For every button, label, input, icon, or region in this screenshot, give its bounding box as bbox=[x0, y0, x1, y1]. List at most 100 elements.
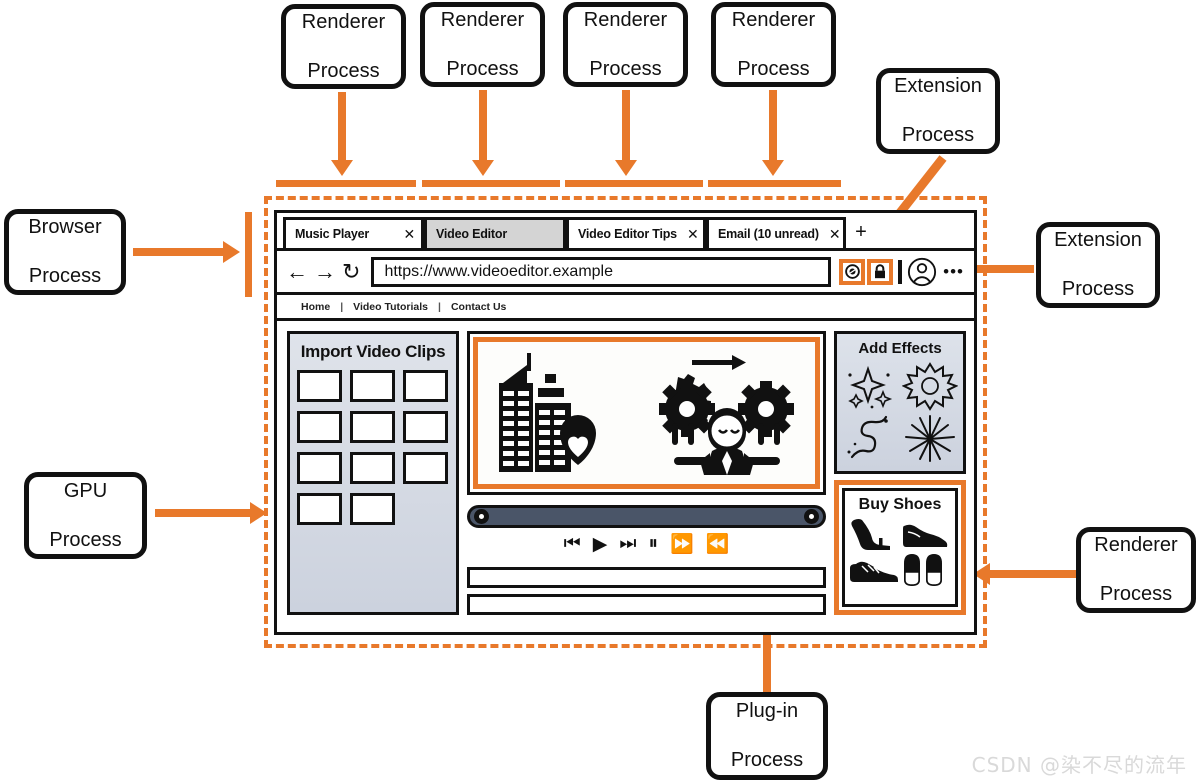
callout-line: Process bbox=[28, 265, 102, 288]
bookmark-bar: Home | Video Tutorials | Contact Us bbox=[277, 295, 974, 321]
video-clip-thumbnail[interactable] bbox=[350, 493, 395, 525]
callout-line: Process bbox=[737, 57, 810, 80]
video-preview-canvas[interactable] bbox=[473, 337, 820, 489]
scrubber-handle-right[interactable] bbox=[804, 508, 819, 524]
callout-renderer-process-right: Renderer Process bbox=[1076, 527, 1196, 613]
fast-forward-button[interactable]: ⏩ bbox=[670, 532, 694, 556]
starburst-effect-icon[interactable] bbox=[902, 361, 958, 411]
video-clip-thumbnail[interactable] bbox=[350, 452, 395, 484]
back-arrow-icon[interactable]: ← bbox=[286, 260, 308, 283]
effects-grid bbox=[841, 361, 959, 463]
play-button[interactable]: ▶ bbox=[593, 533, 608, 556]
tab-label: Video Editor bbox=[436, 227, 507, 241]
video-clip-thumbnail[interactable] bbox=[297, 370, 342, 402]
tab-highlight-bar-1 bbox=[276, 180, 416, 187]
arrow-renderer-3 bbox=[622, 90, 630, 162]
import-panel-title: Import Video Clips bbox=[300, 342, 446, 361]
sneaker-icon[interactable] bbox=[850, 552, 900, 588]
forward-arrow-icon[interactable]: → bbox=[314, 260, 336, 283]
rewind-button[interactable]: ⏪ bbox=[706, 532, 730, 556]
arrow-gpu-process bbox=[155, 509, 250, 517]
callout-gpu-process: GPU Process bbox=[24, 472, 147, 559]
callout-browser-process: Browser Process bbox=[4, 209, 126, 295]
callout-plugin-process: Plug-in Process bbox=[706, 692, 828, 780]
callout-renderer-process-4: Renderer Process bbox=[711, 2, 836, 87]
callout-line: Process bbox=[49, 528, 122, 551]
timeline-track[interactable] bbox=[467, 594, 826, 616]
video-clip-thumbnail[interactable] bbox=[297, 452, 342, 484]
browser-window: Music Player ✕ Video Editor Video Editor… bbox=[274, 210, 977, 635]
tab-music-player[interactable]: Music Player ✕ bbox=[283, 217, 424, 248]
callout-line: Process bbox=[1099, 583, 1173, 606]
dress-shoe-icon[interactable] bbox=[900, 516, 950, 552]
tab-video-editor[interactable]: Video Editor bbox=[424, 217, 566, 248]
tab-email[interactable]: Email (10 unread) ✕ bbox=[706, 217, 846, 248]
extension-badge-glyph bbox=[844, 264, 860, 279]
callout-line: Plug-in bbox=[735, 700, 799, 723]
skip-forward-button[interactable]: ⏭ bbox=[619, 533, 636, 555]
page-content: Import Video Clips ⏮ ▶ ⏭ ⏸ ⏩ ⏪ Add Effec… bbox=[277, 321, 974, 625]
arrow-renderer-4 bbox=[769, 90, 777, 162]
skip-back-button[interactable]: ⏮ bbox=[564, 533, 581, 555]
gears-person-illustration bbox=[658, 355, 794, 475]
tab-label: Video Editor Tips bbox=[578, 227, 677, 241]
video-clip-grid bbox=[295, 370, 451, 525]
tab-label: Music Player bbox=[295, 227, 370, 241]
callout-line: Process bbox=[901, 124, 975, 147]
arrow-head-renderer-3 bbox=[615, 160, 637, 176]
callout-line: Renderer bbox=[583, 8, 668, 31]
sparkle-effect-icon[interactable] bbox=[842, 361, 898, 411]
video-clip-thumbnail[interactable] bbox=[403, 452, 448, 484]
bookmark-video-tutorials[interactable]: Video Tutorials bbox=[343, 301, 438, 313]
tab-close-icon[interactable]: ✕ bbox=[403, 227, 415, 241]
pause-button[interactable]: ⏸ bbox=[648, 533, 658, 555]
add-effects-panel: Add Effects bbox=[834, 331, 966, 474]
firework-effect-icon[interactable] bbox=[902, 413, 958, 463]
arrow-renderer-right bbox=[990, 570, 1076, 578]
callout-line: Process bbox=[589, 57, 662, 80]
video-scrubber[interactable] bbox=[467, 505, 826, 528]
new-tab-button[interactable]: + bbox=[846, 217, 876, 248]
url-input[interactable]: https://www.videoeditor.example bbox=[371, 256, 832, 287]
browser-process-highlight-bar bbox=[245, 212, 252, 297]
video-clip-thumbnail[interactable] bbox=[403, 411, 448, 443]
profile-avatar-icon[interactable] bbox=[907, 257, 937, 287]
extension-badge-icon[interactable] bbox=[839, 258, 866, 285]
scrubber-handle-left[interactable] bbox=[474, 508, 489, 524]
arrow-browser-process bbox=[133, 248, 223, 256]
callout-line: Process bbox=[307, 59, 380, 82]
video-clip-thumbnail[interactable] bbox=[350, 370, 395, 402]
callout-line: GPU bbox=[63, 479, 108, 502]
bookmark-contact-us[interactable]: Contact Us bbox=[441, 301, 516, 313]
video-clip-thumbnail[interactable] bbox=[297, 493, 342, 525]
callout-line: Renderer bbox=[731, 8, 816, 31]
video-clip-thumbnail[interactable] bbox=[403, 370, 448, 402]
tab-label: Email (10 unread) bbox=[718, 227, 819, 241]
bookmark-home[interactable]: Home bbox=[291, 301, 340, 313]
timeline-track[interactable] bbox=[467, 567, 826, 589]
swirl-effect-icon[interactable] bbox=[842, 413, 898, 463]
tab-close-icon[interactable]: ✕ bbox=[829, 227, 841, 241]
tab-close-icon[interactable]: ✕ bbox=[687, 227, 699, 241]
effects-panel-title: Add Effects bbox=[858, 340, 942, 357]
callout-line: Extension bbox=[894, 75, 982, 98]
arrow-head-renderer-4 bbox=[762, 160, 784, 176]
slippers-icon[interactable] bbox=[900, 552, 950, 588]
arrow-head-renderer-1 bbox=[331, 160, 353, 176]
reload-icon[interactable]: ↻ bbox=[342, 260, 360, 283]
video-clip-thumbnail[interactable] bbox=[350, 411, 395, 443]
callout-line: Renderer bbox=[301, 10, 386, 33]
browser-menu-icon[interactable]: ••• bbox=[943, 262, 964, 282]
city-skyline-illustration bbox=[499, 353, 597, 472]
video-clip-thumbnail[interactable] bbox=[297, 411, 342, 443]
right-sidebar: Add Effects Buy Shoes bbox=[834, 331, 966, 615]
callout-extension-process-right: Extension Process bbox=[1036, 222, 1160, 308]
lock-glyph bbox=[875, 264, 886, 279]
video-editor-main: ⏮ ▶ ⏭ ⏸ ⏩ ⏪ bbox=[467, 331, 826, 616]
callout-extension-process-top: Extension Process bbox=[876, 68, 1000, 154]
callout-line: Extension bbox=[1054, 229, 1142, 252]
lock-icon[interactable] bbox=[867, 258, 894, 285]
advertisement-panel[interactable]: Buy Shoes bbox=[834, 480, 966, 615]
tab-video-editor-tips[interactable]: Video Editor Tips ✕ bbox=[566, 217, 706, 248]
high-heel-icon[interactable] bbox=[850, 516, 900, 552]
